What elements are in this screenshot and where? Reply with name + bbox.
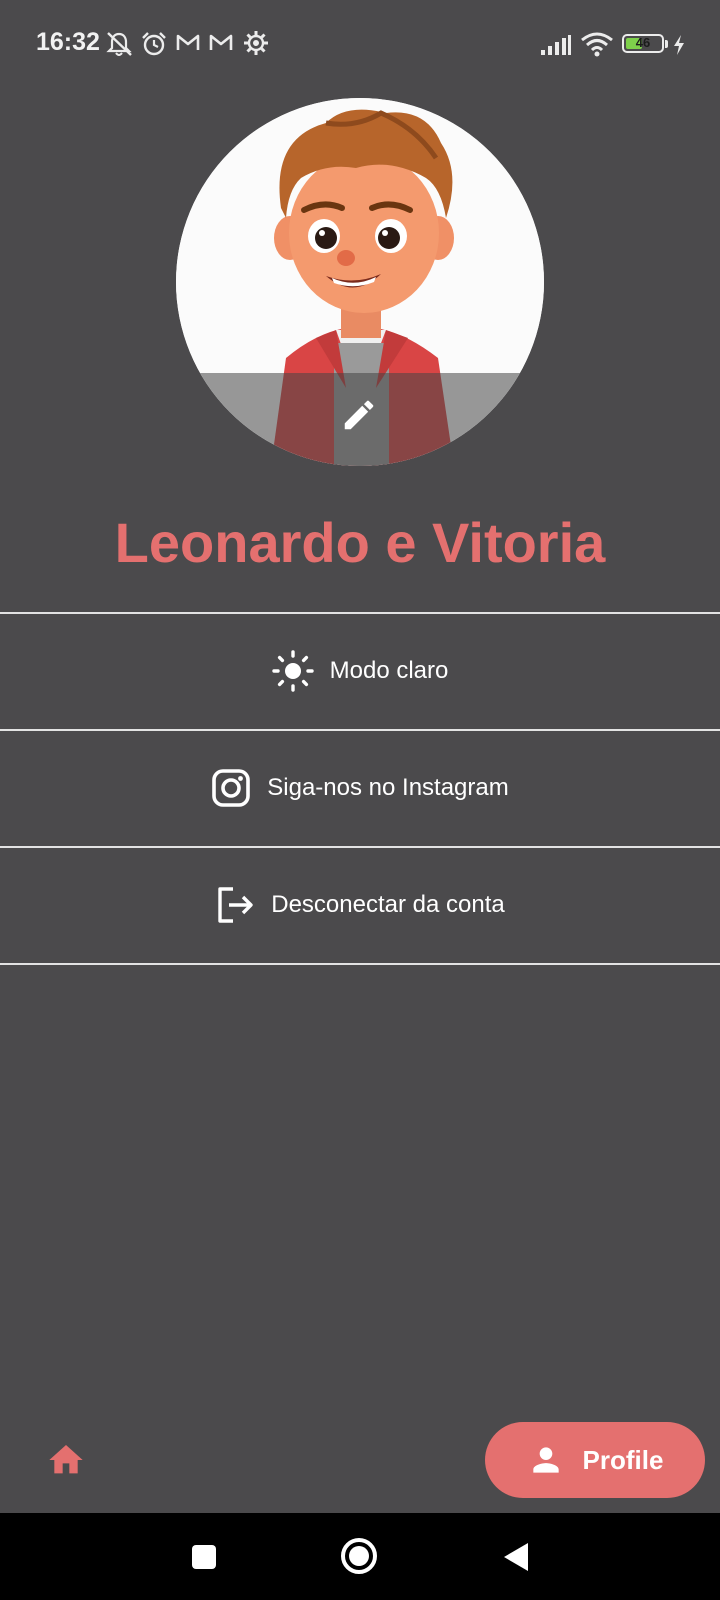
profile-name: Leonardo e Vitoria [114,511,606,574]
signal-icon [541,35,571,55]
profile-tab-label: Profile [582,1444,664,1475]
status-time: 16:32 [36,28,100,56]
battery-icon: 46 [622,34,664,53]
wifi-icon [581,32,613,57]
profile-avatar[interactable] [176,98,544,466]
menu-item-label: Desconectar da conta [271,891,505,918]
menu-divider [0,963,720,965]
home-icon[interactable] [46,1440,86,1480]
menu-item-logout[interactable]: Desconectar da conta [0,848,720,962]
logout-icon [218,887,253,923]
profile-tab-button[interactable]: Profile [485,1422,705,1498]
gmail-icon [176,34,200,50]
menu-item-instagram[interactable]: Siga-nos no Instagram [0,731,720,845]
battery-level: 46 [635,35,651,50]
pencil-icon[interactable] [340,396,378,434]
bell-muted-icon [106,32,132,56]
person-icon [532,1447,559,1473]
menu-item-light-mode[interactable]: Modo claro [0,614,720,728]
sun-icon [271,650,314,692]
alarm-icon [142,32,166,56]
battery-cap [665,40,668,48]
settings-gear-icon [244,31,268,55]
instagram-icon [212,769,251,807]
menu-item-label: Modo claro [329,657,449,684]
back-triangle-icon[interactable] [502,1541,530,1573]
charging-icon [674,35,684,55]
recents-square-icon[interactable] [190,1543,218,1571]
status-bar: 16:32 46 [0,0,720,90]
system-nav-bar [0,1513,720,1600]
gmail-icon [209,34,233,50]
home-circle-icon[interactable] [340,1537,378,1575]
menu-item-label: Siga-nos no Instagram [267,774,509,801]
